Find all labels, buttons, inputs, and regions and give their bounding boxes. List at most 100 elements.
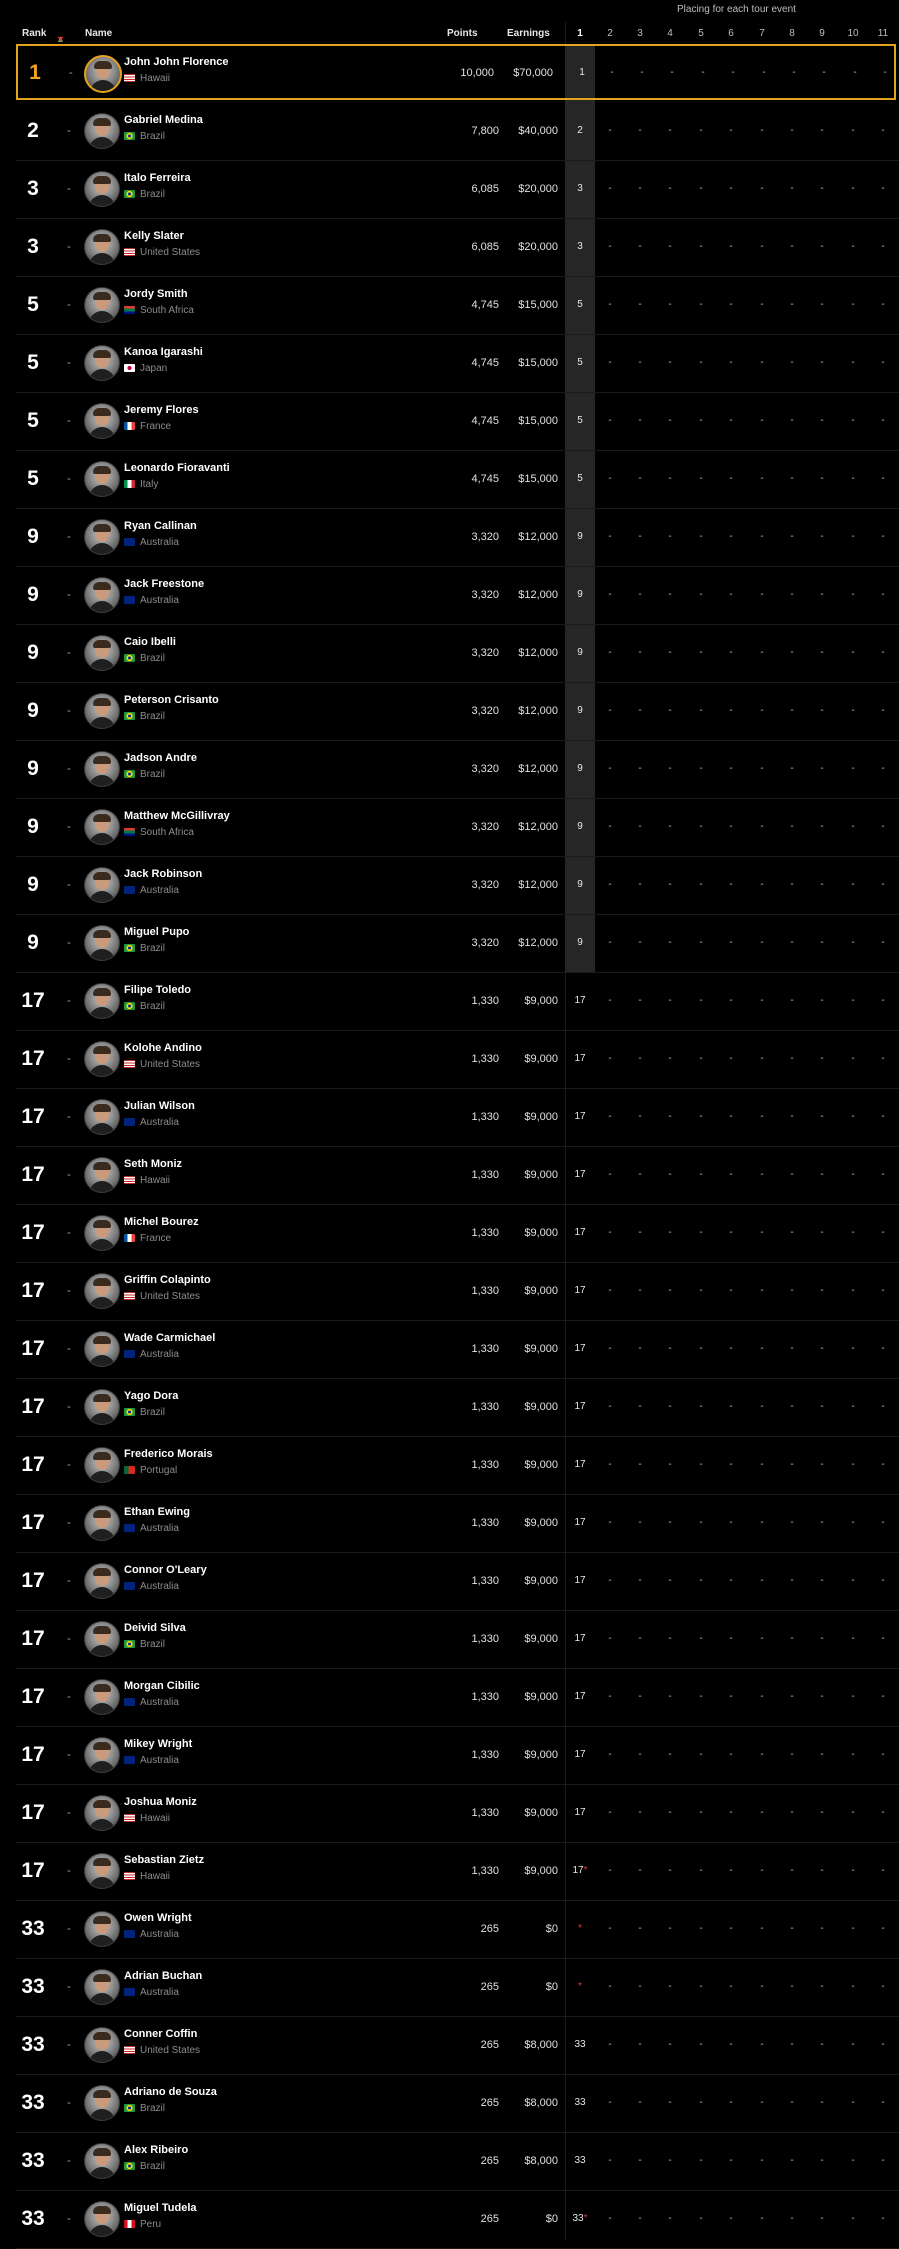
surfer-row[interactable]: 17 - Filipe Toledo Brazil 1,330 $9,000 17 - - - - -… [16,972,899,1031]
surfer-row[interactable]: 17 - Morgan Cibilic Australia 1,330 $9,000 17 -… [16,1668,899,1727]
avatar[interactable] [84,461,120,497]
avatar[interactable] [84,403,120,439]
points-header[interactable]: Points [447,28,478,39]
avatar[interactable] [84,1563,120,1599]
surfer-row[interactable]: 33 - Adrian Buchan Australia 265 $0 * - - - - - - - - -… [16,1958,899,2017]
avatar[interactable] [84,1505,120,1541]
surfer-row[interactable]: 17 - Michel Bourez France 1,330 $9,000 17 - - - - -… [16,1204,899,1263]
surfer-name[interactable]: Ryan Callinan [124,520,197,532]
surfer-name[interactable]: Griffin Colapinto [124,1274,211,1286]
avatar[interactable] [84,2143,120,2179]
surfer-row[interactable]: 9 - Peterson Crisanto Brazil 3,320 $12,000 9 - -… [16,682,899,741]
surfer-name[interactable]: Seth Moniz [124,1158,182,1170]
surfer-name[interactable]: Michel Bourez [124,1216,199,1228]
surfer-row[interactable]: 3 - Kelly Slater United States 6,085 $20,000 3… [16,218,899,277]
surfer-name[interactable]: Caio Ibelli [124,636,176,648]
surfer-row[interactable]: 17 - Deivid Silva Brazil 1,330 $9,000 17 - - - - - -… [16,1610,899,1669]
surfer-row[interactable]: 17- Sebastian Zietz Hawaii 1,330 $9,000 17* - -… [16,1842,899,1901]
surfer-name[interactable]: Miguel Tudela [124,2202,197,2214]
name-header[interactable]: Name [85,28,112,39]
avatar[interactable] [84,229,120,265]
surfer-name[interactable]: Adrian Buchan [124,1970,202,1982]
surfer-row[interactable]: 2 - Gabriel Medina Brazil 7,800 $40,000 2 - - - - -… [16,102,899,161]
avatar[interactable] [84,171,120,207]
earnings-header[interactable]: Earnings [507,28,550,39]
avatar[interactable] [84,1447,120,1483]
surfer-name[interactable]: Wade Carmichael [124,1332,215,1344]
surfer-name[interactable]: Deivid Silva [124,1622,186,1634]
surfer-name[interactable]: Jeremy Flores [124,404,199,416]
surfer-name[interactable]: Kolohe Andino [124,1042,202,1054]
surfer-row[interactable]: 17 - Seth Moniz Hawaii 1,330 $9,000 17 - - - - - - - -… [16,1146,899,1205]
avatar[interactable] [84,1099,120,1135]
surfer-row[interactable]: 9 - Miguel Pupo Brazil 3,320 $12,000 9 - - - - - - - -… [16,914,899,973]
avatar[interactable] [84,635,120,671]
surfer-name[interactable]: John John Florence [124,56,229,68]
avatar[interactable] [84,2085,120,2121]
surfer-name[interactable]: Peterson Crisanto [124,694,219,706]
surfer-name[interactable]: Joshua Moniz [124,1796,197,1808]
avatar[interactable] [84,577,120,613]
surfer-row[interactable]: 5 - Jeremy Flores France 4,745 $15,000 5 - - - - - -… [16,392,899,451]
avatar[interactable] [84,1621,120,1657]
surfer-row[interactable]: 17 - Ethan Ewing Australia 1,330 $9,000 17 - - - -… [16,1494,899,1553]
surfer-row[interactable]: 9 - Caio Ibelli Brazil 3,320 $12,000 9 - - - - - - - -… [16,624,899,683]
surfer-row[interactable]: 9 - Jack Robinson Australia 3,320 $12,000 9 - - -… [16,856,899,915]
avatar[interactable] [84,693,120,729]
surfer-name[interactable]: Alex Ribeiro [124,2144,188,2156]
surfer-name[interactable]: Julian Wilson [124,1100,195,1112]
avatar[interactable] [84,1331,120,1367]
avatar[interactable] [84,1157,120,1193]
surfer-row[interactable]: 17 - Griffin Colapinto United States 1,330 $9… [16,1262,899,1321]
surfer-row[interactable]: 5 - Leonardo Fioravanti Italy 4,745 $15,000 5 -… [16,450,899,509]
avatar[interactable] [84,1795,120,1831]
avatar[interactable] [84,2201,120,2237]
surfer-row[interactable]: 33 - Alex Ribeiro Brazil 265 $8,000 33 - - - - - - - -… [16,2132,899,2191]
surfer-row[interactable]: 17 - Kolohe Andino United States 1,330 $9,000… [16,1030,899,1089]
avatar[interactable] [84,1737,120,1773]
surfer-name[interactable]: Kelly Slater [124,230,184,242]
surfer-row[interactable]: 17 - Mikey Wright Australia 1,330 $9,000 17 - - -… [16,1726,899,1785]
surfer-row[interactable]: 17 - Julian Wilson Australia 1,330 $9,000 17 - -… [16,1088,899,1147]
surfer-name[interactable]: Morgan Cibilic [124,1680,200,1692]
surfer-name[interactable]: Gabriel Medina [124,114,203,126]
avatar[interactable] [84,345,120,381]
surfer-row[interactable]: 17 - Connor O'Leary Australia 1,330 $9,000 17 -… [16,1552,899,1611]
surfer-name[interactable]: Jadson Andre [124,752,197,764]
surfer-row[interactable]: 17 - Joshua Moniz Hawaii 1,330 $9,000 17 - - - - - -… [16,1784,899,1843]
surfer-name[interactable]: Conner Coffin [124,2028,197,2040]
surfer-name[interactable]: Mikey Wright [124,1738,192,1750]
avatar[interactable] [84,751,120,787]
surfer-name[interactable]: Jack Freestone [124,578,204,590]
avatar[interactable] [84,55,122,93]
surfer-row[interactable]: 17 - Wade Carmichael Australia 1,330 $9,000 17… [16,1320,899,1379]
avatar[interactable] [84,1273,120,1309]
avatar[interactable] [84,1969,120,2005]
avatar[interactable] [84,809,120,845]
surfer-row[interactable]: 1 - John John Florence Hawaii 10,000 $70,000 1… [16,44,896,100]
avatar[interactable] [84,983,120,1019]
avatar[interactable] [84,113,120,149]
surfer-name[interactable]: Leonardo Fioravanti [124,462,230,474]
avatar[interactable] [84,925,120,961]
surfer-name[interactable]: Connor O'Leary [124,1564,207,1576]
surfer-row[interactable]: 17 - Yago Dora Brazil 1,330 $9,000 17 - - - - - - - - -… [16,1378,899,1437]
avatar[interactable] [84,867,120,903]
surfer-name[interactable]: Filipe Toledo [124,984,191,996]
surfer-name[interactable]: Kanoa Igarashi [124,346,203,358]
surfer-name[interactable]: Ethan Ewing [124,1506,190,1518]
surfer-row[interactable]: 33 - Conner Coffin United States 265 $8,000 33… [16,2016,899,2075]
surfer-name[interactable]: Jordy Smith [124,288,188,300]
surfer-name[interactable]: Owen Wright [124,1912,192,1924]
surfer-name[interactable]: Miguel Pupo [124,926,189,938]
surfer-row[interactable]: 33- Miguel Tudela Peru 265 $0 33* - - - - - - - - - - [16,2190,899,2249]
surfer-name[interactable]: Frederico Morais [124,1448,213,1460]
surfer-name[interactable]: Adriano de Souza [124,2086,217,2098]
avatar[interactable] [84,519,120,555]
avatar[interactable] [84,1041,120,1077]
surfer-name[interactable]: Matthew McGillivray [124,810,230,822]
surfer-row[interactable]: 5 - Kanoa Igarashi Japan 4,745 $15,000 5 - - - - - -… [16,334,899,393]
surfer-row[interactable]: 9 - Ryan Callinan Australia 3,320 $12,000 9 - - -… [16,508,899,567]
rank-header[interactable]: Rank [22,28,46,39]
avatar[interactable] [84,2027,120,2063]
